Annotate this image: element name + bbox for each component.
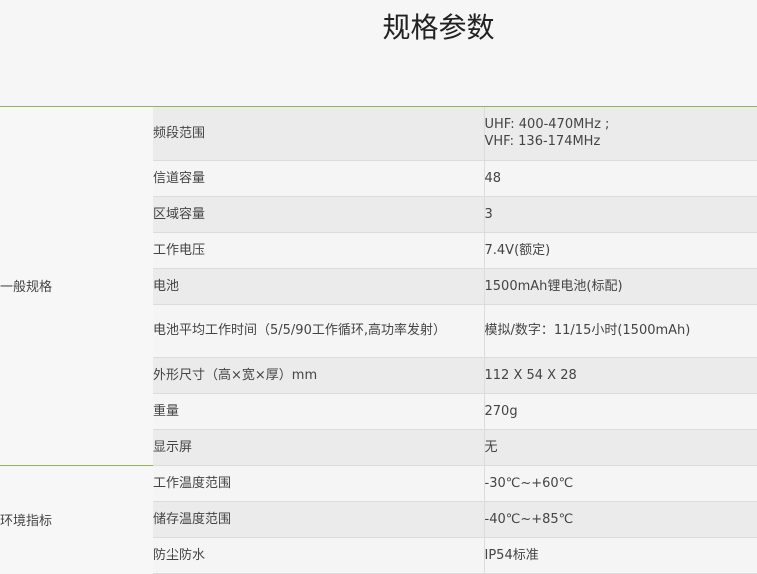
- spec-name-battery-life: 电池平均工作时间（5/5/90工作循环,高功率发射）: [153, 304, 484, 357]
- category-environment: 环境指标: [0, 465, 153, 573]
- spec-value-voltage: 7.4V(额定): [484, 232, 757, 268]
- spec-name-band: 频段范围: [153, 107, 484, 160]
- spec-name-battery: 电池: [153, 268, 484, 304]
- spec-value-line: UHF: 400-470MHz ;: [485, 116, 757, 133]
- spec-value-zones: 3: [484, 196, 757, 232]
- spec-name-voltage: 工作电压: [153, 232, 484, 268]
- spec-name-channels: 信道容量: [153, 160, 484, 196]
- table-row: 一般规格 频段范围 UHF: 400-470MHz ; VHF: 136-174…: [0, 107, 757, 160]
- spec-value-storage-temp: -40℃~+85℃: [484, 501, 757, 537]
- page-title: 规格参数: [0, 10, 757, 46]
- spec-value-dimensions: 112 X 54 X 28: [484, 357, 757, 393]
- spec-value-band: UHF: 400-470MHz ; VHF: 136-174MHz: [484, 107, 757, 160]
- spec-value-op-temp: -30℃~+60℃: [484, 465, 757, 501]
- spec-name-zones: 区域容量: [153, 196, 484, 232]
- table-row: 环境指标 工作温度范围 -30℃~+60℃: [0, 465, 757, 501]
- spec-value-battery: 1500mAh锂电池(标配): [484, 268, 757, 304]
- spec-table: 一般规格 频段范围 UHF: 400-470MHz ; VHF: 136-174…: [0, 107, 757, 574]
- spec-name-dimensions: 外形尺寸（高×宽×厚）mm: [153, 357, 484, 393]
- spec-name-weight: 重量: [153, 393, 484, 429]
- spec-name-ip-rating: 防尘防水: [153, 537, 484, 573]
- category-general: 一般规格: [0, 107, 153, 465]
- spec-name-storage-temp: 储存温度范围: [153, 501, 484, 537]
- spec-value-ip-rating: IP54标准: [484, 537, 757, 573]
- spec-value-line: VHF: 136-174MHz: [485, 133, 757, 150]
- spec-value-battery-life: 模拟/数字：11/15小时(1500mAh): [484, 304, 757, 357]
- spec-value-weight: 270g: [484, 393, 757, 429]
- spec-value-channels: 48: [484, 160, 757, 196]
- spec-name-op-temp: 工作温度范围: [153, 465, 484, 501]
- spec-name-display: 显示屏: [153, 429, 484, 465]
- spec-value-display: 无: [484, 429, 757, 465]
